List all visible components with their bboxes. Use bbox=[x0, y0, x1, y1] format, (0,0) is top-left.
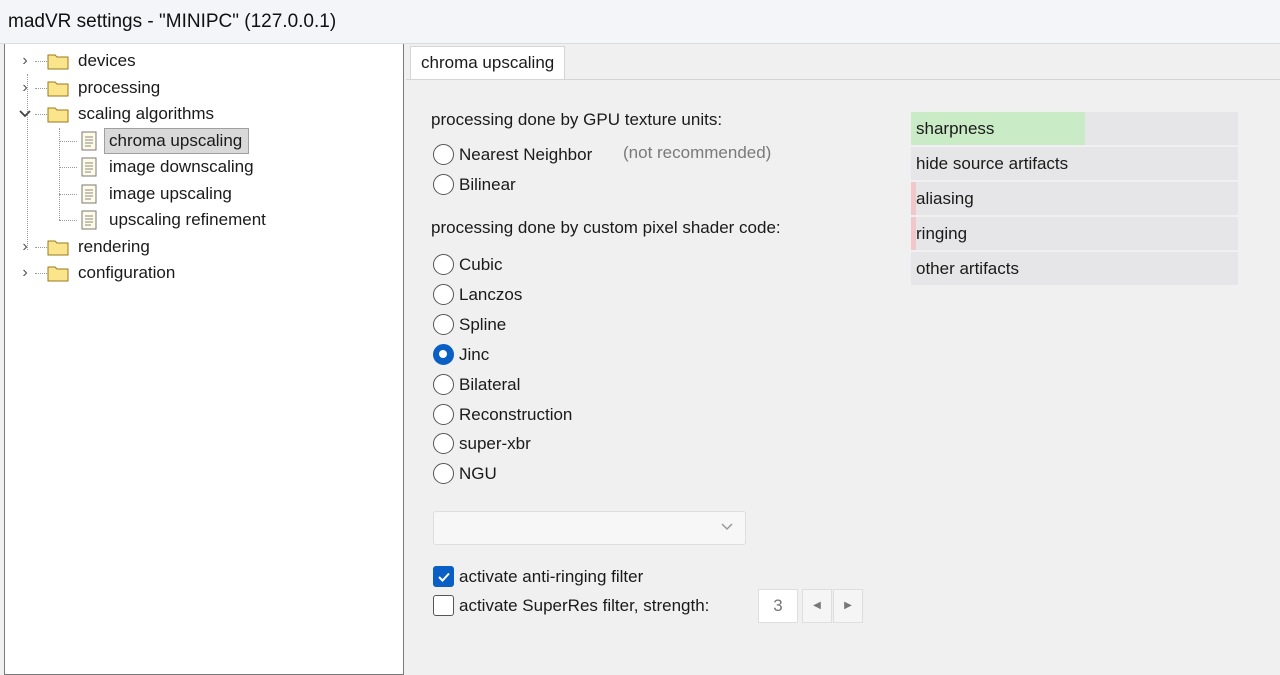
document-icon bbox=[81, 184, 97, 204]
tree-label: configuration bbox=[78, 263, 176, 282]
settings-tree: › devices › processing scaling algorithm… bbox=[4, 44, 404, 675]
chevron-right-icon[interactable]: › bbox=[18, 48, 32, 74]
chevron-down-icon bbox=[721, 523, 733, 531]
folder-icon bbox=[47, 54, 69, 70]
document-icon bbox=[81, 157, 97, 177]
radio-button[interactable] bbox=[433, 463, 454, 484]
tree-item-configuration[interactable]: › configuration bbox=[5, 260, 385, 286]
folder-icon bbox=[47, 81, 69, 97]
superres-strength-input[interactable]: 3 bbox=[758, 589, 798, 623]
tree-item-image-upscaling[interactable]: image upscaling bbox=[5, 181, 385, 207]
radio-lanczos[interactable]: Lanczos bbox=[433, 283, 633, 307]
chevron-right-icon[interactable]: › bbox=[18, 75, 32, 101]
folder-open-icon bbox=[47, 107, 69, 123]
strength-decrease-button[interactable]: ◀ bbox=[802, 589, 832, 623]
tree-label: chroma upscaling bbox=[104, 128, 250, 154]
radio-cubic[interactable]: Cubic bbox=[433, 253, 633, 277]
tree-item-rendering[interactable]: › rendering bbox=[5, 234, 385, 260]
radio-button[interactable] bbox=[433, 314, 454, 335]
shader-section-label: processing done by custom pixel shader c… bbox=[431, 218, 781, 237]
algorithm-option-dropdown[interactable] bbox=[433, 511, 746, 545]
document-icon bbox=[81, 210, 97, 230]
radio-spline[interactable]: Spline bbox=[433, 313, 633, 337]
strength-increase-button[interactable]: ▶ bbox=[833, 589, 863, 623]
quality-label: other artifacts bbox=[916, 259, 1019, 278]
superres-checkbox[interactable] bbox=[433, 595, 454, 616]
radio-label: super-xbr bbox=[459, 434, 531, 453]
radio-jinc[interactable]: Jinc bbox=[433, 343, 633, 367]
radio-ngu[interactable]: NGU bbox=[433, 462, 633, 486]
quality-row-other-artifacts: other artifacts bbox=[911, 252, 1238, 285]
radio-bilateral[interactable]: Bilateral bbox=[433, 373, 633, 397]
radio-button[interactable] bbox=[433, 433, 454, 454]
tree-item-devices[interactable]: › devices bbox=[5, 48, 385, 74]
tree-label: devices bbox=[78, 51, 136, 70]
quality-row-ringing: ringing bbox=[911, 217, 1238, 250]
quality-label: sharpness bbox=[916, 119, 995, 138]
radio-button-selected[interactable] bbox=[433, 344, 454, 365]
tree-item-processing[interactable]: › processing bbox=[5, 75, 385, 101]
tab-chroma-upscaling[interactable]: chroma upscaling bbox=[410, 46, 566, 80]
quality-label: hide source artifacts bbox=[916, 154, 1069, 173]
antiringing-checkbox-row[interactable]: activate anti-ringing filter bbox=[433, 565, 733, 589]
tree-label: upscaling refinement bbox=[109, 210, 266, 229]
chevron-right-icon[interactable]: › bbox=[18, 234, 32, 260]
radio-label: NGU bbox=[459, 464, 497, 483]
radio-label: Jinc bbox=[459, 345, 490, 364]
gpu-section-label: processing done by GPU texture units: bbox=[431, 110, 723, 129]
radio-button[interactable] bbox=[433, 284, 454, 305]
tree-label: scaling algorithms bbox=[78, 104, 215, 123]
radio-label: Spline bbox=[459, 315, 507, 334]
tree-label: image downscaling bbox=[109, 157, 254, 176]
not-recommended-note: (not recommended) bbox=[623, 143, 772, 162]
folder-icon bbox=[47, 266, 69, 282]
document-icon bbox=[81, 131, 97, 151]
radio-button[interactable] bbox=[433, 374, 454, 395]
settings-panel: processing done by GPU texture units: Ne… bbox=[406, 79, 1280, 675]
tree-item-chroma-upscaling[interactable]: chroma upscaling bbox=[5, 128, 385, 154]
radio-label: Reconstruction bbox=[459, 405, 573, 424]
quality-row-hide-source-artifacts: hide source artifacts bbox=[911, 147, 1238, 180]
quality-label: aliasing bbox=[916, 189, 974, 208]
radio-label: Bilateral bbox=[459, 375, 521, 394]
antiringing-label: activate anti-ringing filter bbox=[459, 567, 644, 586]
radio-bilinear[interactable]: Bilinear bbox=[433, 173, 633, 197]
folder-icon bbox=[47, 240, 69, 256]
radio-label: Nearest Neighbor bbox=[459, 145, 593, 164]
radio-reconstruction[interactable]: Reconstruction bbox=[433, 403, 633, 427]
radio-label: Lanczos bbox=[459, 285, 523, 304]
superres-label: activate SuperRes filter, strength: bbox=[459, 596, 710, 615]
quality-label: ringing bbox=[916, 224, 968, 243]
antiringing-checkbox[interactable] bbox=[433, 566, 454, 587]
radio-button[interactable] bbox=[433, 404, 454, 425]
radio-label: Bilinear bbox=[459, 175, 516, 194]
radio-button[interactable] bbox=[433, 254, 454, 275]
window-title: madVR settings - "MINIPC" (127.0.0.1) bbox=[0, 0, 1280, 44]
chevron-right-icon[interactable]: › bbox=[18, 260, 32, 286]
quality-row-sharpness: sharpness bbox=[911, 112, 1238, 145]
tree-item-image-downscaling[interactable]: image downscaling bbox=[5, 154, 385, 180]
radio-button[interactable] bbox=[433, 174, 454, 195]
tree-item-upscaling-refinement[interactable]: upscaling refinement bbox=[5, 207, 385, 233]
tree-label: processing bbox=[78, 78, 161, 97]
radio-nearest-neighbor[interactable]: Nearest Neighbor bbox=[433, 143, 633, 167]
checkmark-icon bbox=[438, 572, 450, 582]
chevron-down-icon[interactable] bbox=[18, 101, 32, 127]
tree-item-scaling-algorithms[interactable]: scaling algorithms bbox=[5, 101, 385, 127]
radio-super-xbr[interactable]: super-xbr bbox=[433, 432, 633, 456]
radio-label: Cubic bbox=[459, 255, 503, 274]
radio-button[interactable] bbox=[433, 144, 454, 165]
tab-strip: chroma upscaling bbox=[406, 44, 1280, 80]
tree-label: image upscaling bbox=[109, 184, 232, 203]
tree-label: rendering bbox=[78, 237, 150, 256]
quality-row-aliasing: aliasing bbox=[911, 182, 1238, 215]
superres-checkbox-row[interactable]: activate SuperRes filter, strength: bbox=[433, 594, 753, 618]
